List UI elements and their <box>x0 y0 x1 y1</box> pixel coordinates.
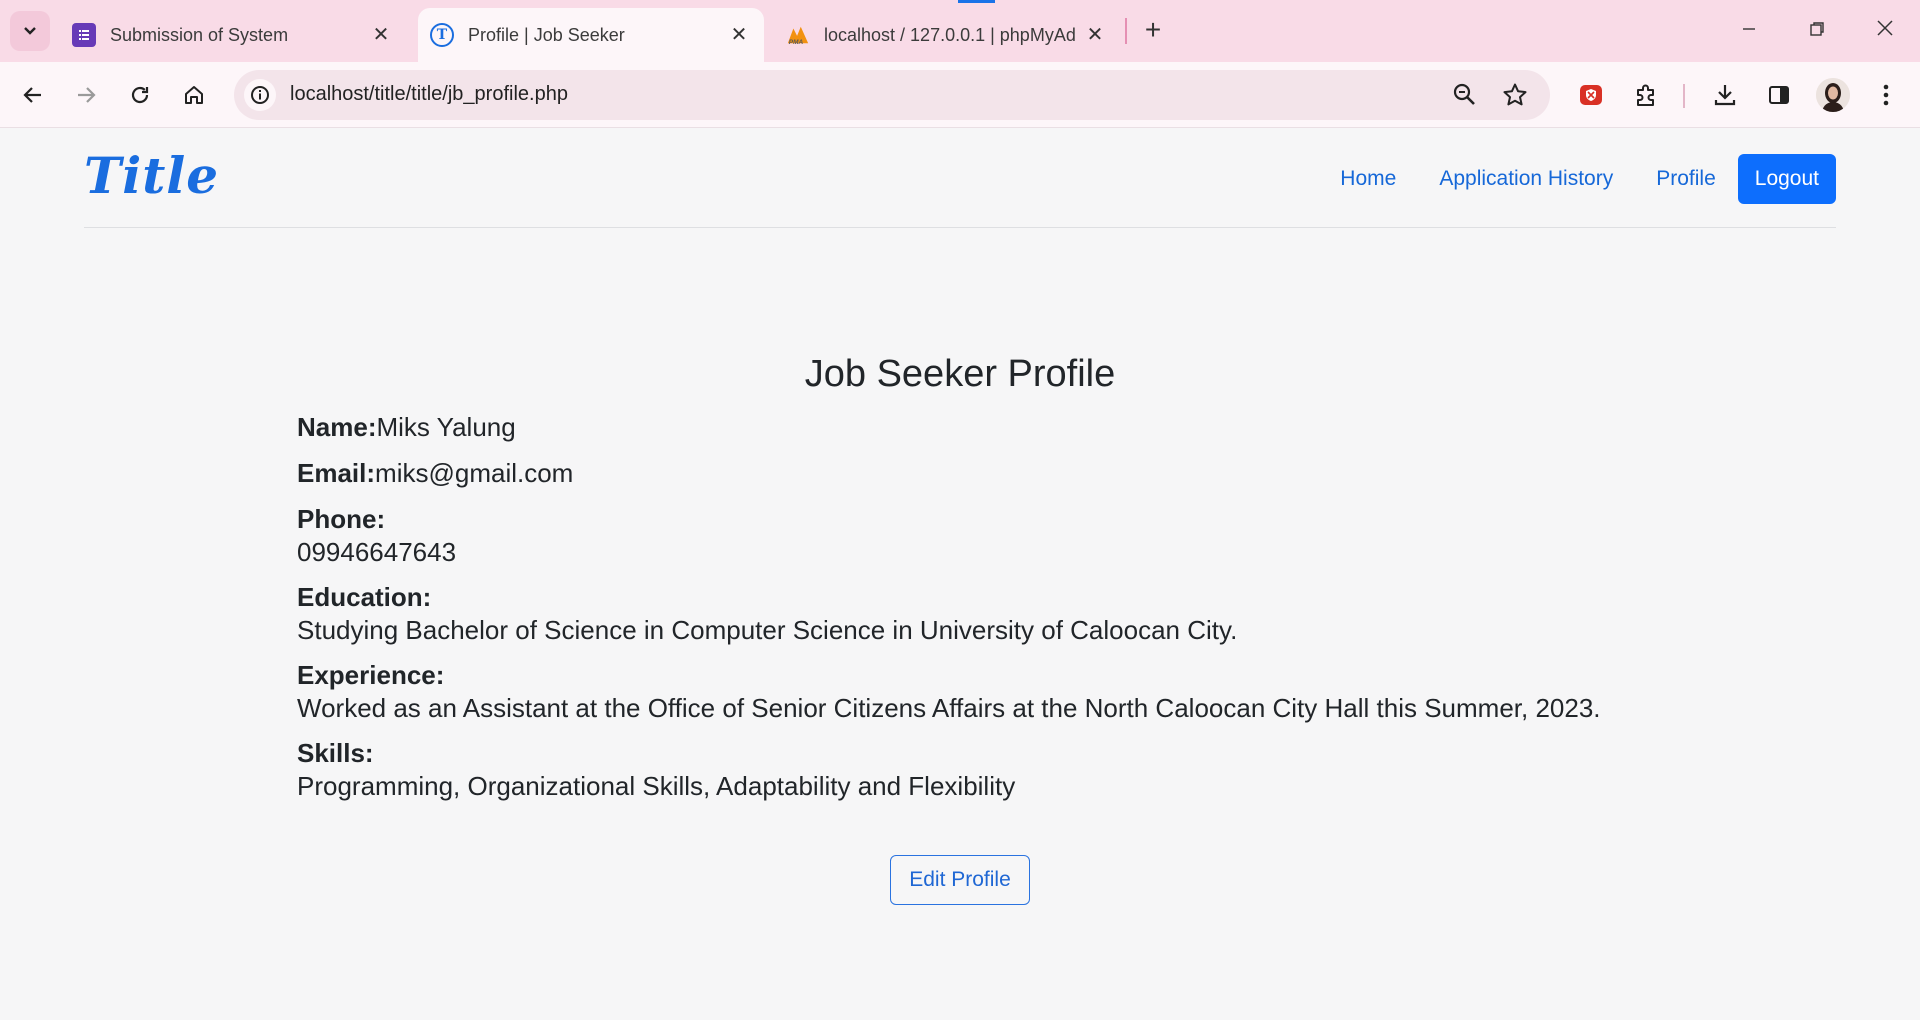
profile-experience-row: Experience: Worked as an Assistant at th… <box>297 660 1601 724</box>
tab-title: localhost / 127.0.0.1 | phpMyAd <box>824 24 1076 45</box>
tab-profile[interactable]: T Profile | Job Seeker ✕ <box>418 8 764 62</box>
page-title: Job Seeker Profile <box>804 353 1116 395</box>
name-label: Name: <box>297 412 377 442</box>
forms-icon <box>72 23 96 47</box>
tab-search-button[interactable] <box>10 11 50 51</box>
phone-label: Phone: <box>297 504 386 534</box>
education-label: Education: <box>297 582 432 612</box>
profile-education-row: Education: Studying Bachelor of Science … <box>297 582 1237 646</box>
minimize-icon[interactable] <box>1734 14 1764 46</box>
extensions-puzzle-icon[interactable] <box>1630 79 1662 111</box>
tab-title: Profile | Job Seeker <box>468 24 625 45</box>
toolbar-divider <box>1683 84 1685 108</box>
back-arrow-icon[interactable] <box>17 79 49 111</box>
browser-toolbar: localhost/title/title/jb_profile.php <box>0 62 1920 128</box>
download-icon[interactable] <box>1709 79 1741 111</box>
email-value: miks@gmail.com <box>375 458 574 488</box>
svg-text:PMA: PMA <box>789 39 804 46</box>
restore-icon[interactable] <box>1802 14 1832 46</box>
tab-activity-indicator <box>958 0 995 3</box>
experience-label: Experience: <box>297 660 445 690</box>
nav-home-link[interactable]: Home <box>1340 154 1396 204</box>
url-text: localhost/title/title/jb_profile.php <box>290 83 568 105</box>
chevron-down-icon <box>24 27 36 35</box>
side-panel-icon[interactable] <box>1763 79 1795 111</box>
phpmyadmin-icon: PMA <box>786 23 810 47</box>
reload-icon[interactable] <box>124 79 156 111</box>
zoom-icon[interactable] <box>1452 82 1478 113</box>
site-navbar: Title Home Application History Profile L… <box>84 128 1836 228</box>
browser-tab-bar: Submission of System ✕ T Profile | Job S… <box>0 0 1920 62</box>
brand-logo[interactable]: Title <box>84 146 219 205</box>
close-icon[interactable]: ✕ <box>728 24 750 46</box>
phone-value: 09946647643 <box>297 537 457 567</box>
profile-email-row: Email:miks@gmail.com <box>297 458 573 489</box>
edit-profile-button[interactable]: Edit Profile <box>890 855 1030 905</box>
new-tab-icon[interactable]: + <box>1138 14 1168 46</box>
extension-shield-icon[interactable] <box>1575 79 1607 111</box>
forward-arrow-icon[interactable] <box>70 79 102 111</box>
experience-value: Worked as an Assistant at the Office of … <box>297 693 1601 723</box>
nav-links: Home Application History Profile Logout <box>1297 154 1836 204</box>
tab-submission[interactable]: Submission of System ✕ <box>60 8 406 62</box>
close-icon[interactable]: ✕ <box>370 24 392 46</box>
nav-profile-link[interactable]: Profile <box>1656 154 1716 204</box>
title-site-icon: T <box>430 23 454 47</box>
name-value: Miks Yalung <box>376 412 516 442</box>
profile-avatar[interactable] <box>1816 78 1850 112</box>
window-close-icon[interactable] <box>1870 14 1900 46</box>
skills-value: Programming, Organizational Skills, Adap… <box>297 771 1016 801</box>
site-info-icon[interactable] <box>244 79 276 111</box>
skills-label: Skills: <box>297 738 374 768</box>
profile-name-row: Name:Miks Yalung <box>297 412 516 443</box>
home-icon[interactable] <box>178 79 210 111</box>
logout-button[interactable]: Logout <box>1737 154 1836 204</box>
close-icon[interactable]: ✕ <box>1084 24 1106 46</box>
tab-phpmyadmin[interactable]: PMA localhost / 127.0.0.1 | phpMyAd ✕ <box>774 8 1120 62</box>
tab-separator <box>1125 18 1127 44</box>
bookmark-star-icon[interactable] <box>1502 82 1528 113</box>
address-bar[interactable]: localhost/title/title/jb_profile.php <box>234 70 1550 120</box>
nav-application-history-link[interactable]: Application History <box>1439 154 1613 204</box>
page-content: Title Home Application History Profile L… <box>0 128 1920 1020</box>
menu-dots-icon[interactable] <box>1870 79 1902 111</box>
profile-skills-row: Skills: Programming, Organizational Skil… <box>297 738 1015 802</box>
email-label: Email: <box>297 458 376 488</box>
education-value: Studying Bachelor of Science in Computer… <box>297 615 1238 645</box>
profile-phone-row: Phone: 09946647643 <box>297 504 456 568</box>
tab-title: Submission of System <box>110 24 289 45</box>
